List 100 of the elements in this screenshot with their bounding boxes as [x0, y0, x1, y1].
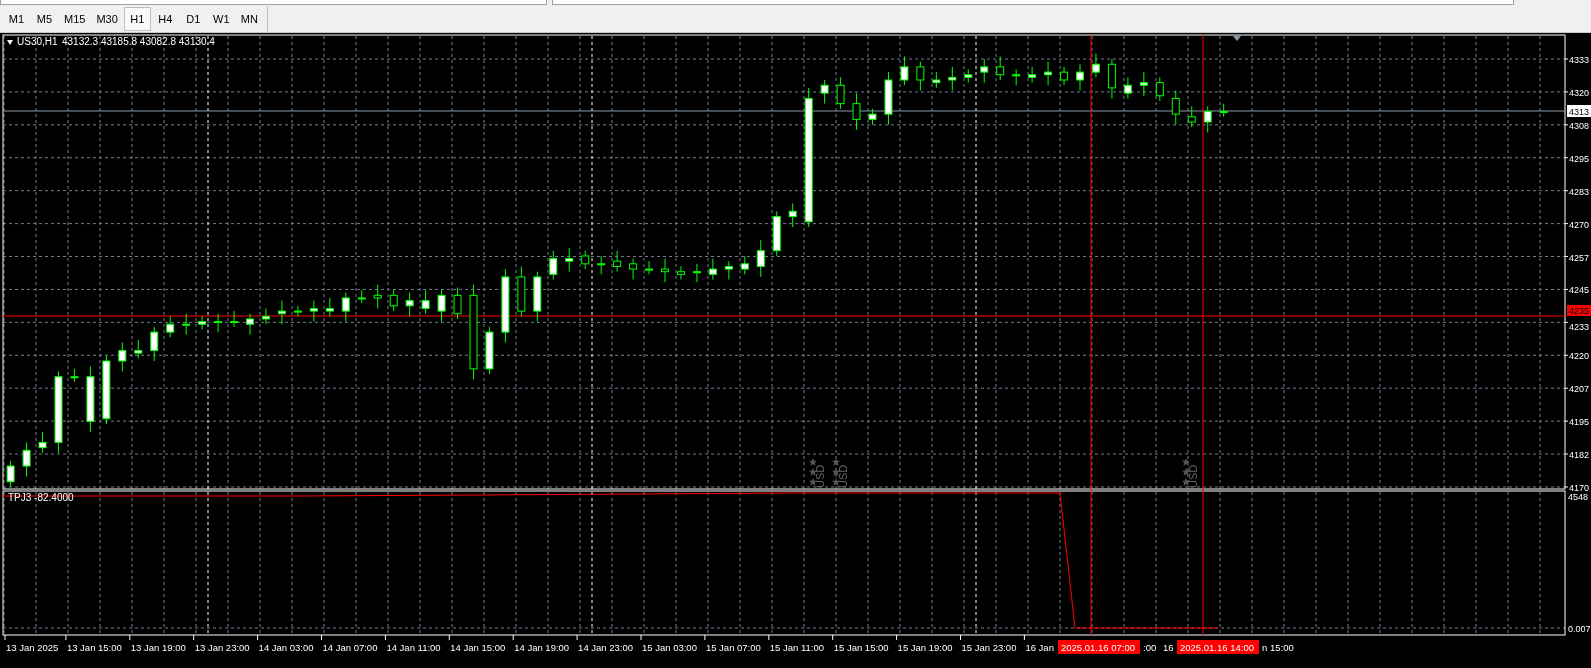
timeframe-tab[interactable]: M1 — [3, 6, 30, 31]
time-label: 15 Jan 19:00 — [897, 642, 953, 653]
bid-price-label: 4313 — [1567, 105, 1591, 117]
candle — [756, 239, 765, 278]
candle — [597, 255, 606, 275]
candle — [1044, 61, 1053, 86]
time-label: :00 — [1143, 642, 1157, 653]
indicator-scale-label: 4548 — [1568, 492, 1589, 502]
stars-icon — [1182, 458, 1190, 486]
candle — [1139, 71, 1148, 97]
stars-icon — [832, 458, 840, 486]
candle — [533, 271, 542, 323]
price-label: 4170 — [1569, 482, 1590, 493]
candle — [86, 365, 95, 433]
candle — [293, 305, 302, 317]
timeframe-tab[interactable]: W1 — [207, 6, 235, 31]
candle — [389, 289, 398, 312]
indicator-title: TPJ3 -82.4000 — [8, 492, 74, 503]
candle — [980, 58, 989, 84]
candle — [38, 431, 47, 454]
time-label: 14 Jan 23:00 — [578, 642, 634, 653]
shift-marker-icon[interactable] — [1233, 36, 1241, 41]
time-marker-label: 2025.01.16 07:00 — [1058, 640, 1140, 654]
candle — [724, 260, 733, 281]
timeframe-tab[interactable]: MN — [235, 6, 263, 31]
price-label: 4283 — [1569, 186, 1590, 197]
candle — [166, 315, 175, 338]
vertical-marker-line[interactable] — [1202, 34, 1204, 636]
time-label: 13 Jan 19:00 — [130, 642, 186, 653]
price-label: 4245 — [1569, 285, 1590, 296]
candle — [230, 310, 239, 328]
candle — [437, 289, 446, 323]
timeframe-tab[interactable]: M30 — [91, 6, 123, 31]
time-label: 14 Jan 11:00 — [386, 642, 441, 653]
price-label: 4207 — [1569, 384, 1590, 395]
candle — [740, 255, 749, 275]
candle — [788, 202, 797, 228]
candle — [772, 210, 781, 257]
candle — [916, 61, 925, 91]
price-label: 4195 — [1569, 417, 1590, 428]
time-label: 13 Jan 23:00 — [194, 642, 250, 653]
candle — [182, 313, 191, 336]
vertical-marker-line[interactable] — [1090, 34, 1092, 636]
timeframe-tab[interactable]: M15 — [59, 6, 91, 31]
candle — [246, 313, 254, 336]
price-label: 4233 — [1569, 322, 1590, 333]
candle — [964, 69, 973, 84]
price-label: 4257 — [1569, 252, 1590, 263]
candle — [1091, 53, 1100, 78]
stars-icon — [809, 458, 817, 486]
candle — [661, 258, 669, 283]
candle — [948, 66, 957, 91]
timeframe-tab[interactable]: M5 — [31, 6, 58, 31]
candle — [325, 297, 334, 317]
timeframe-tab[interactable]: D1 — [179, 6, 207, 31]
candle — [70, 368, 79, 383]
candle — [262, 307, 270, 325]
candle — [996, 55, 1005, 81]
time-label: 14 Jan 03:00 — [258, 642, 314, 653]
time-marker-label: 2025.01.16 14:00 — [1177, 640, 1259, 654]
time-label: n 15:00 — [1262, 642, 1294, 653]
candle — [309, 300, 318, 323]
candle — [102, 355, 111, 425]
candle — [373, 284, 382, 309]
time-label: 16 Jan — [1025, 642, 1054, 653]
candle — [581, 250, 590, 270]
candle — [198, 315, 207, 330]
timeframe-tab[interactable]: H4 — [151, 6, 179, 31]
candle — [453, 286, 462, 320]
candle — [517, 265, 526, 317]
candle — [645, 260, 654, 275]
horizontal-price-line[interactable] — [2, 315, 1566, 317]
price-label: 4182 — [1569, 450, 1590, 461]
candle — [405, 292, 414, 317]
candle — [1219, 103, 1228, 118]
price-label: 4308 — [1569, 120, 1590, 131]
candle — [421, 289, 430, 315]
caret-icon[interactable] — [7, 40, 13, 45]
candle — [836, 76, 845, 110]
candle — [852, 92, 861, 131]
symbol-title: US30,H1 — [17, 36, 58, 47]
candle — [884, 71, 893, 126]
timeframe-tab[interactable]: H1 — [123, 6, 151, 31]
time-label: 13 Jan 2025 — [6, 642, 59, 653]
time-label: 14 Jan 19:00 — [514, 642, 570, 653]
price-label: 4220 — [1569, 351, 1590, 362]
candle — [1171, 90, 1180, 126]
time-label: 14 Jan 15:00 — [450, 642, 506, 653]
candle — [820, 79, 829, 105]
candle — [868, 108, 877, 126]
candle — [1076, 63, 1084, 91]
price-label: 4333 — [1569, 55, 1590, 65]
candle — [150, 326, 159, 362]
candle — [613, 250, 622, 273]
candle — [900, 55, 909, 86]
candle — [677, 265, 685, 281]
ohlc-readout: 43132.3 43185.8 43082.8 43130.4 — [62, 36, 215, 47]
candle — [1060, 66, 1069, 86]
price-label: 4320 — [1569, 87, 1590, 98]
candle — [708, 258, 717, 281]
